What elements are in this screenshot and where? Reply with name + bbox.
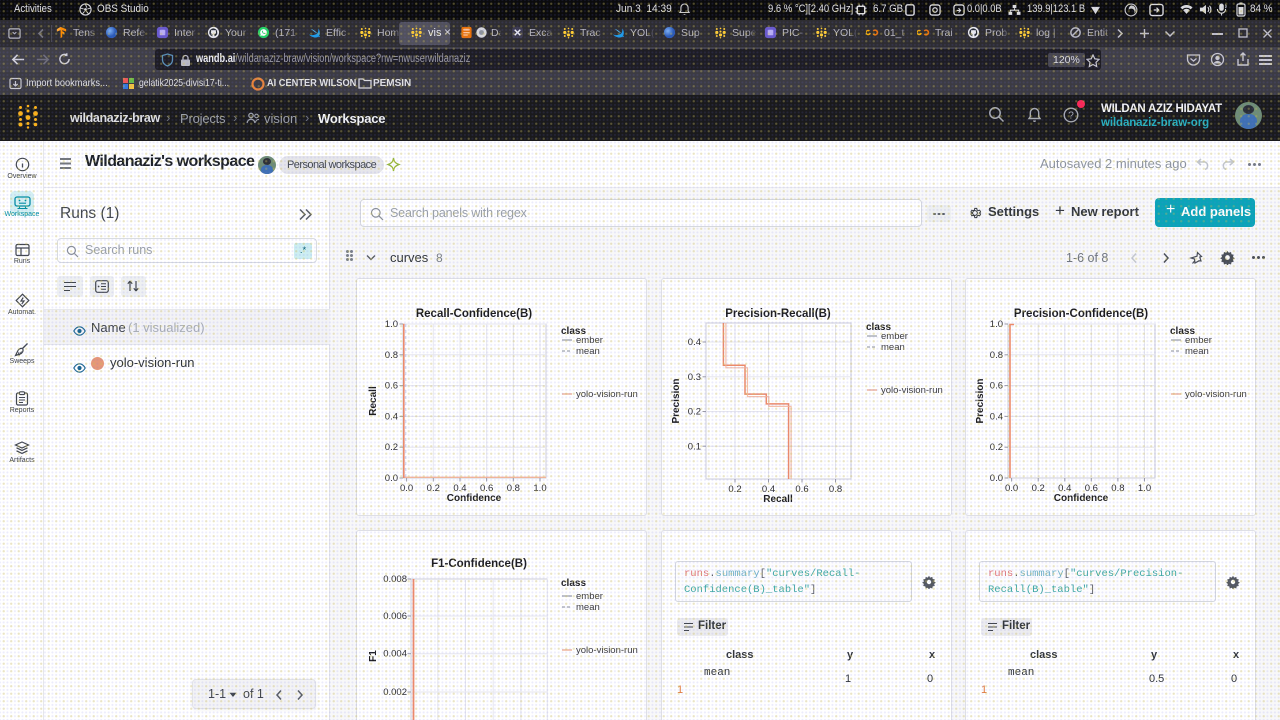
svg-text:Confidence: Confidence [447, 493, 502, 504]
svg-text:0.8: 0.8 [385, 350, 398, 361]
svg-text:yolo-vision-run: yolo-vision-run [881, 385, 943, 396]
svg-text:mean: mean [576, 346, 600, 357]
svg-text:ember: ember [576, 335, 603, 346]
svg-text:0.2: 0.2 [385, 442, 398, 453]
svg-text:0.4: 0.4 [385, 411, 398, 422]
svg-text:0.6: 0.6 [990, 381, 1003, 392]
svg-text:ember: ember [881, 331, 908, 342]
svg-text:0.8: 0.8 [1111, 483, 1124, 494]
svg-text:F1-Confidence(B): F1-Confidence(B) [431, 558, 527, 570]
svg-text:0.2: 0.2 [990, 442, 1003, 453]
svg-text:?: ? [1068, 111, 1074, 122]
svg-text:0.008: 0.008 [383, 574, 407, 585]
svg-text:Recall: Recall [368, 386, 379, 416]
svg-text:yolo-vision-run: yolo-vision-run [1185, 389, 1247, 400]
svg-text:0.0: 0.0 [1005, 483, 1018, 494]
svg-text:Recall-Confidence(B): Recall-Confidence(B) [416, 308, 532, 320]
svg-text:0.4: 0.4 [688, 337, 701, 348]
svg-text:mean: mean [576, 602, 600, 613]
svg-text:1.0: 1.0 [1138, 483, 1151, 494]
svg-text:0.002: 0.002 [383, 687, 407, 698]
svg-text:class: class [561, 578, 586, 589]
svg-text:1.0: 1.0 [385, 319, 398, 330]
svg-text:0.0: 0.0 [400, 483, 413, 494]
svg-text:1.0: 1.0 [990, 319, 1003, 330]
svg-text:0.006: 0.006 [383, 611, 407, 622]
svg-text:ember: ember [576, 591, 603, 602]
svg-text:F1: F1 [368, 650, 379, 662]
svg-text:mean: mean [881, 342, 905, 353]
svg-text:yolo-vision-run: yolo-vision-run [576, 389, 638, 400]
svg-text:0.2: 0.2 [427, 483, 440, 494]
svg-text:Precision-Recall(B): Precision-Recall(B) [725, 308, 831, 320]
svg-text:Precision: Precision [975, 378, 986, 423]
svg-text:0.0: 0.0 [385, 473, 398, 484]
svg-text:ember: ember [1185, 335, 1212, 346]
svg-text:mean: mean [1185, 346, 1209, 357]
svg-text:0.6: 0.6 [385, 381, 398, 392]
svg-text:0.3: 0.3 [688, 372, 701, 383]
svg-text:0.1: 0.1 [688, 441, 701, 452]
svg-text:0.8: 0.8 [507, 483, 520, 494]
svg-text:yolo-vision-run: yolo-vision-run [576, 645, 638, 656]
svg-text:0.4: 0.4 [990, 411, 1003, 422]
svg-text:Precision-Confidence(B): Precision-Confidence(B) [1014, 308, 1148, 320]
svg-text:0.0: 0.0 [990, 473, 1003, 484]
svg-text:Precision: Precision [671, 378, 682, 423]
svg-text:0.2: 0.2 [1032, 483, 1045, 494]
svg-text:0.004: 0.004 [383, 649, 407, 660]
svg-text:Confidence: Confidence [1054, 493, 1109, 504]
svg-text:0.2: 0.2 [728, 484, 741, 495]
svg-text:0.8: 0.8 [829, 484, 842, 495]
svg-text:Recall: Recall [763, 494, 793, 505]
svg-text:0.8: 0.8 [990, 350, 1003, 361]
svg-text:0.6: 0.6 [795, 484, 808, 495]
svg-text:1.0: 1.0 [533, 483, 546, 494]
svg-text:0.2: 0.2 [688, 407, 701, 418]
